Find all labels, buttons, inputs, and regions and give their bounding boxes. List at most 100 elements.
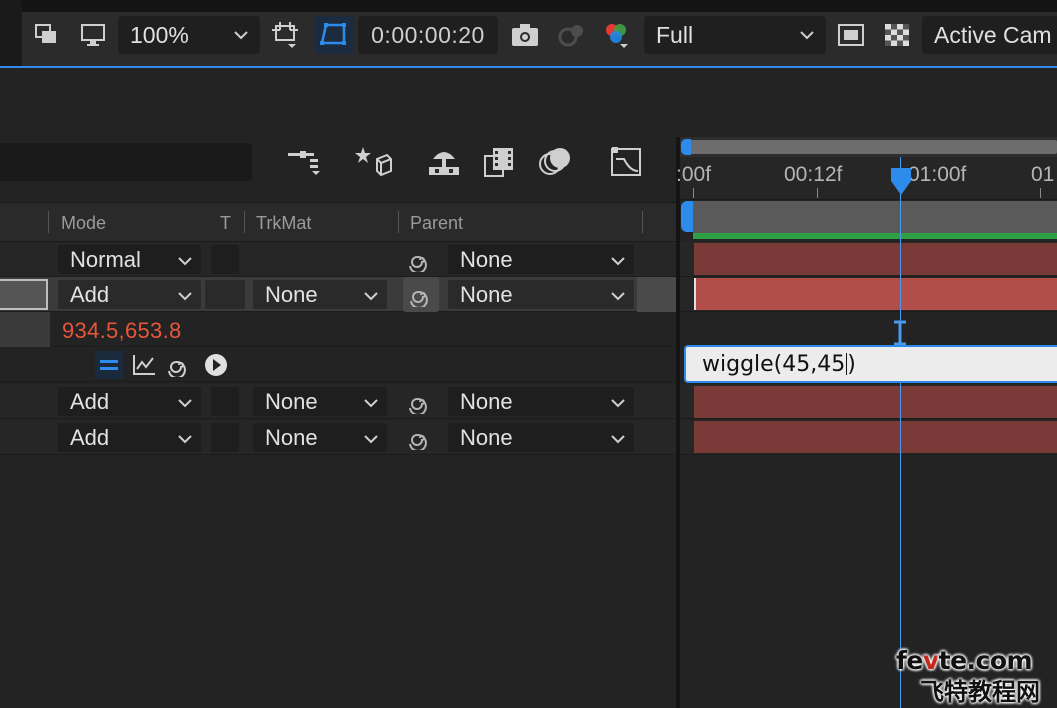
chevron-down-icon — [364, 435, 378, 444]
ruler-tick — [693, 188, 694, 198]
expression-graph-icon[interactable] — [130, 351, 158, 379]
chevron-down-icon — [611, 257, 625, 266]
region-of-interest-icon[interactable] — [270, 20, 300, 50]
parent-pick-whip-icon[interactable] — [407, 247, 433, 273]
active-camera-dropdown[interactable]: Active Cam — [922, 16, 1057, 54]
layer-duration-bar[interactable] — [694, 243, 1057, 275]
parent-pick-whip-icon[interactable] — [407, 389, 433, 415]
graph-editor-icon[interactable] — [606, 144, 646, 180]
layer-thumbnail — [0, 279, 48, 310]
column-mode[interactable]: Mode — [61, 213, 106, 234]
chevron-down-icon — [611, 435, 625, 444]
current-time-indicator-handle[interactable] — [890, 167, 912, 197]
chevron-down-icon — [611, 399, 625, 408]
blend-mode-dropdown[interactable]: Add — [58, 280, 201, 309]
track-matte-value: None — [265, 281, 318, 307]
track-matte-dropdown[interactable]: None — [253, 423, 387, 452]
parent-dropdown[interactable]: None — [448, 245, 634, 274]
time-navigator-start-handle[interactable] — [681, 139, 691, 155]
text-cursor-icon — [894, 320, 906, 346]
track-matte-dropdown[interactable]: None — [253, 387, 387, 416]
always-preview-icon[interactable] — [32, 20, 62, 50]
blend-mode-value: Add — [70, 424, 110, 450]
zoom-dropdown[interactable]: 100% — [118, 16, 260, 54]
expression-controls-row — [0, 347, 678, 382]
watermark-domain: fevte.com — [896, 646, 1033, 675]
blend-mode-dropdown[interactable]: Add — [58, 387, 201, 416]
composition-flowchart-icon[interactable] — [284, 144, 324, 180]
chevron-down-icon — [364, 399, 378, 408]
chevron-down-icon — [800, 31, 814, 40]
work-area-bar[interactable] — [693, 201, 1057, 233]
column-separator — [398, 211, 399, 233]
layer-duration-bar-selected[interactable] — [694, 278, 1057, 310]
parent-dropdown[interactable]: None — [448, 280, 634, 309]
watermark-domain-b: v — [922, 646, 939, 675]
layer-duration-bar[interactable] — [694, 421, 1057, 453]
zoom-value: 100% — [130, 21, 189, 48]
motion-blur-icon[interactable] — [536, 144, 576, 180]
camera-snapshot-icon[interactable] — [510, 20, 540, 50]
parent-pick-whip-icon[interactable] — [403, 277, 439, 312]
frame-blending-icon[interactable] — [480, 144, 520, 180]
transparency-grid-icon[interactable] — [882, 20, 912, 50]
expression-text-field[interactable]: wiggle(45,45) — [684, 345, 1057, 383]
watermark: fevte.com 飞特教程网 — [888, 646, 1048, 706]
draft-3d-icon[interactable] — [354, 144, 394, 180]
blend-mode-value: Add — [70, 281, 110, 307]
layer-row-selected[interactable]: Add None None — [0, 277, 678, 312]
cached-frames-indicator — [693, 233, 1057, 239]
enable-expression-icon[interactable] — [95, 351, 123, 379]
expression-language-menu-icon[interactable] — [202, 351, 230, 379]
show-snapshot-icon[interactable] — [556, 20, 586, 50]
blend-mode-dropdown[interactable]: Normal — [58, 245, 201, 274]
expression-text-close: ) — [847, 351, 856, 377]
rgb-channels-icon[interactable] — [602, 20, 632, 50]
column-separator — [642, 211, 643, 233]
resolution-dropdown[interactable]: Full — [644, 16, 826, 54]
tick-label: :00f — [676, 163, 712, 186]
parent-dropdown[interactable]: None — [448, 387, 634, 416]
preserve-transparency-toggle[interactable] — [211, 423, 239, 452]
track-matte-value: None — [265, 388, 318, 414]
preserve-transparency-toggle[interactable] — [211, 245, 239, 274]
column-separator — [244, 211, 245, 233]
current-time-display[interactable]: 0:00:00:20 — [358, 16, 498, 54]
chevron-down-icon — [178, 435, 192, 444]
position-value[interactable]: 934.5,653.8 — [62, 318, 182, 344]
parent-pick-whip-icon[interactable] — [407, 425, 433, 451]
tick-label: 00:12f — [784, 163, 843, 186]
work-area-start-handle[interactable] — [681, 201, 693, 232]
time-navigator-range[interactable] — [690, 140, 1057, 154]
column-trkmat[interactable]: TrkMat — [256, 213, 311, 234]
hide-shy-layers-icon[interactable] — [424, 144, 464, 180]
preserve-transparency-toggle[interactable] — [205, 280, 245, 309]
column-t[interactable]: T — [220, 213, 231, 234]
fast-previews-icon[interactable] — [836, 20, 866, 50]
tick-label: 01:00f — [908, 163, 967, 186]
monitor-icon[interactable] — [78, 20, 108, 50]
watermark-chinese: 飞特教程网 — [920, 678, 1040, 706]
blend-mode-dropdown[interactable]: Add — [58, 423, 201, 452]
blend-mode-value: Add — [70, 388, 110, 414]
expression-pick-whip-icon[interactable] — [165, 351, 193, 379]
ruler-tick — [1040, 188, 1041, 198]
layer-search-input[interactable] — [0, 143, 252, 181]
layer-row[interactable]: Normal None — [0, 242, 678, 277]
chevron-down-icon — [178, 399, 192, 408]
parent-value: None — [460, 246, 513, 272]
parent-value: None — [460, 388, 513, 414]
column-separator — [48, 211, 49, 233]
chevron-down-icon — [178, 292, 192, 301]
layer-row[interactable]: Add None None — [0, 420, 678, 455]
position-property-row[interactable]: 934.5,653.8 — [0, 312, 678, 347]
track-matte-dropdown[interactable]: None — [253, 280, 387, 309]
property-indent — [0, 312, 50, 347]
mask-path-visibility-icon[interactable] — [314, 16, 354, 54]
preserve-transparency-toggle[interactable] — [211, 387, 239, 416]
time-ruler[interactable] — [680, 157, 1057, 200]
parent-dropdown[interactable]: None — [448, 423, 634, 452]
layer-row[interactable]: Add None None — [0, 384, 678, 419]
column-parent[interactable]: Parent — [410, 213, 463, 234]
layer-duration-bar[interactable] — [694, 386, 1057, 418]
